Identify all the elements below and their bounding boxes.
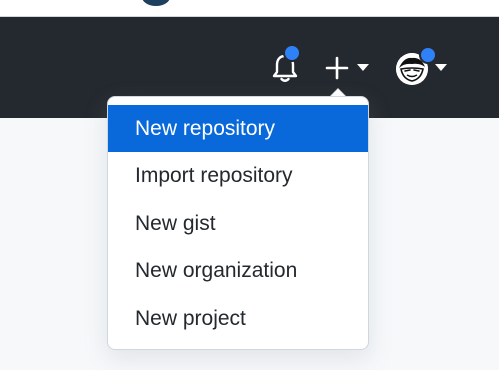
browser-top-strip xyxy=(0,0,499,17)
menu-item-import-repository[interactable]: Import repository xyxy=(108,152,368,200)
chevron-down-icon[interactable] xyxy=(357,64,369,72)
menu-item-new-repository[interactable]: New repository xyxy=(108,105,368,152)
menu-item-new-organization[interactable]: New organization xyxy=(108,247,368,295)
profile-indicator xyxy=(419,46,437,64)
create-dropdown-menu: New repository Import repository New gis… xyxy=(107,96,369,350)
browser-favicon-icon xyxy=(142,0,170,6)
menu-item-new-gist[interactable]: New gist xyxy=(108,200,368,248)
menu-item-new-project[interactable]: New project xyxy=(108,295,368,343)
chevron-down-icon[interactable] xyxy=(435,64,447,72)
notification-indicator xyxy=(283,44,301,62)
plus-icon[interactable] xyxy=(325,56,349,80)
